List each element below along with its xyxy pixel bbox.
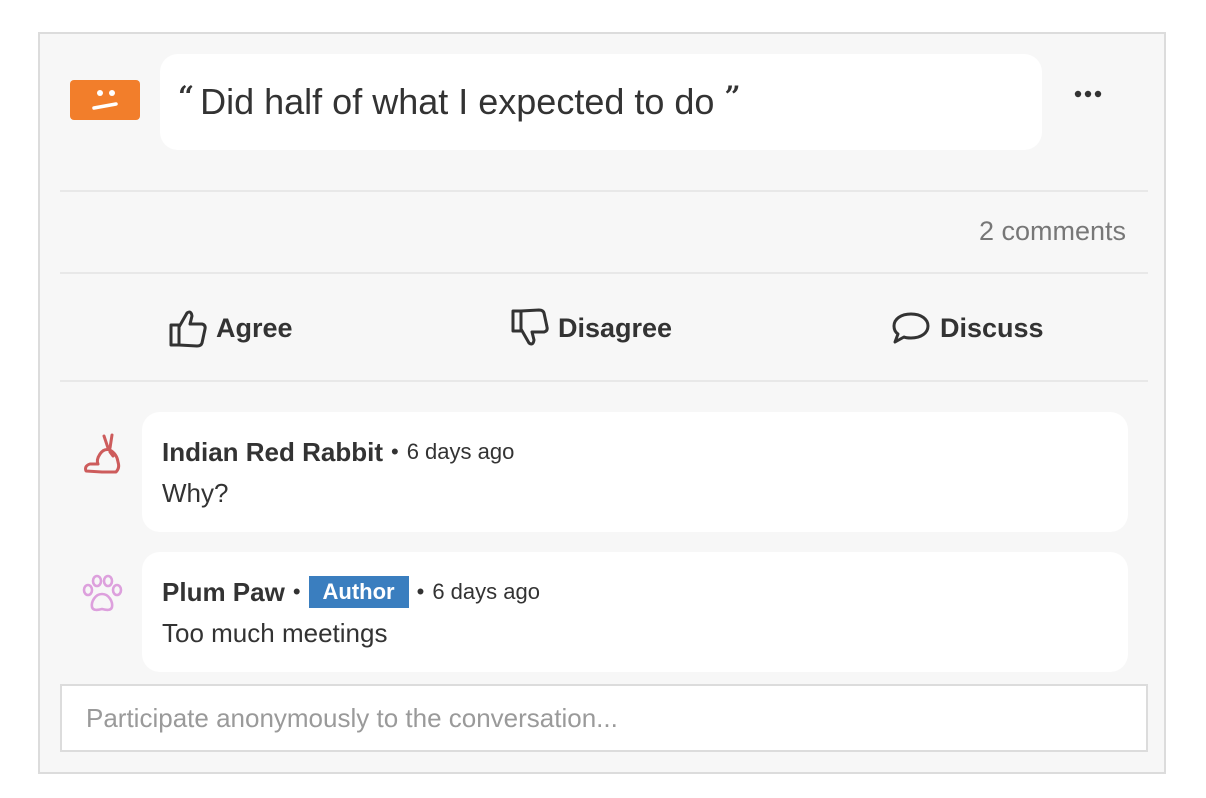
- comment-text: Why?: [162, 478, 229, 508]
- rabbit-icon: [80, 432, 124, 481]
- discuss-button[interactable]: Discuss: [890, 304, 1044, 352]
- comment-header: Plum Paw • Author • 6 days ago: [162, 576, 1108, 608]
- separator-dot: •: [292, 579, 301, 604]
- comment-author: Plum Paw: [162, 576, 285, 607]
- more-options-button[interactable]: [1068, 82, 1108, 106]
- feedback-card: “ Did half of what I expected to do ” 2 …: [38, 32, 1166, 774]
- open-quote-icon: “: [178, 80, 194, 113]
- disagree-button[interactable]: Disagree: [510, 304, 672, 352]
- comment-text: Too much meetings: [162, 618, 388, 648]
- separator-dot: •: [391, 439, 399, 464]
- disagree-label: Disagree: [558, 312, 673, 343]
- discuss-label: Discuss: [940, 312, 1044, 343]
- comment-time: 6 days ago: [432, 579, 540, 604]
- comment-card: Plum Paw • Author • 6 days ago Too much …: [142, 552, 1128, 672]
- feedback-quote: “ Did half of what I expected to do ”: [160, 54, 1042, 150]
- close-quote-icon: ”: [724, 80, 740, 113]
- comment-count[interactable]: 2 comments: [979, 216, 1126, 247]
- agree-button[interactable]: Agree: [168, 304, 293, 352]
- thumbs-down-icon: [511, 308, 549, 346]
- feedback-text: Did half of what I expected to do: [200, 81, 715, 122]
- author-badge: Author: [308, 576, 409, 608]
- comment-time: 6 days ago: [406, 439, 515, 464]
- comment-header: Indian Red Rabbit • 6 days ago: [162, 436, 1108, 468]
- ellipsis-icon: [1074, 90, 1102, 98]
- comment-author: Indian Red Rabbit: [162, 436, 383, 467]
- paw-icon: [80, 574, 124, 619]
- neutral-face-icon: [70, 80, 140, 120]
- agree-label: Agree: [216, 312, 293, 343]
- separator-dot: •: [416, 579, 425, 604]
- divider: [60, 190, 1148, 192]
- comment-card: Indian Red Rabbit • 6 days ago Why?: [142, 412, 1128, 532]
- thumbs-up-icon: [169, 310, 207, 348]
- divider: [60, 380, 1148, 382]
- speech-bubble-icon: [892, 312, 930, 344]
- comment-input[interactable]: [60, 684, 1148, 752]
- divider: [60, 272, 1148, 274]
